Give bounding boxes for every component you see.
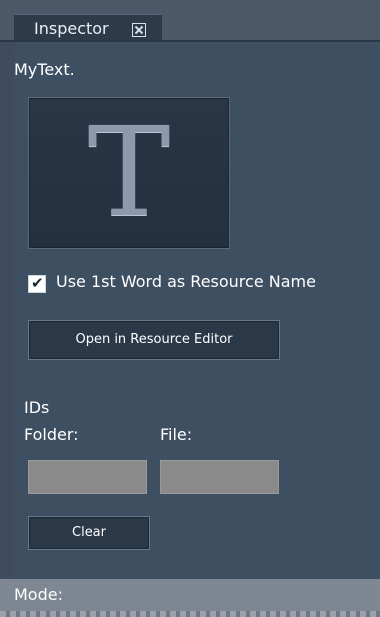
tab-bar: Inspector — [0, 0, 380, 43]
object-name: MyText. — [14, 60, 75, 79]
folder-label: Folder: — [24, 425, 79, 444]
file-id-field[interactable] — [160, 460, 279, 494]
file-label: File: — [160, 425, 193, 444]
ids-section-title: IDs — [24, 398, 50, 417]
use-first-word-label[interactable]: Use 1st Word as Resource Name — [56, 272, 316, 291]
text-type-icon: T — [87, 101, 171, 245]
text-preview-tile: T — [28, 97, 230, 249]
mode-label: Mode: — [14, 585, 63, 604]
mode-section: Mode: — [0, 579, 380, 617]
clear-button[interactable]: Clear — [28, 516, 150, 550]
folder-id-field[interactable] — [28, 460, 147, 494]
use-first-word-checkbox[interactable]: ✔ — [28, 275, 46, 293]
mode-divider — [0, 611, 380, 617]
checkmark-icon: ✔ — [31, 274, 44, 292]
close-tab-icon[interactable] — [132, 23, 146, 37]
tab-label: Inspector — [34, 19, 109, 38]
tab-inspector[interactable]: Inspector — [14, 14, 162, 43]
open-resource-editor-button[interactable]: Open in Resource Editor — [28, 320, 280, 360]
